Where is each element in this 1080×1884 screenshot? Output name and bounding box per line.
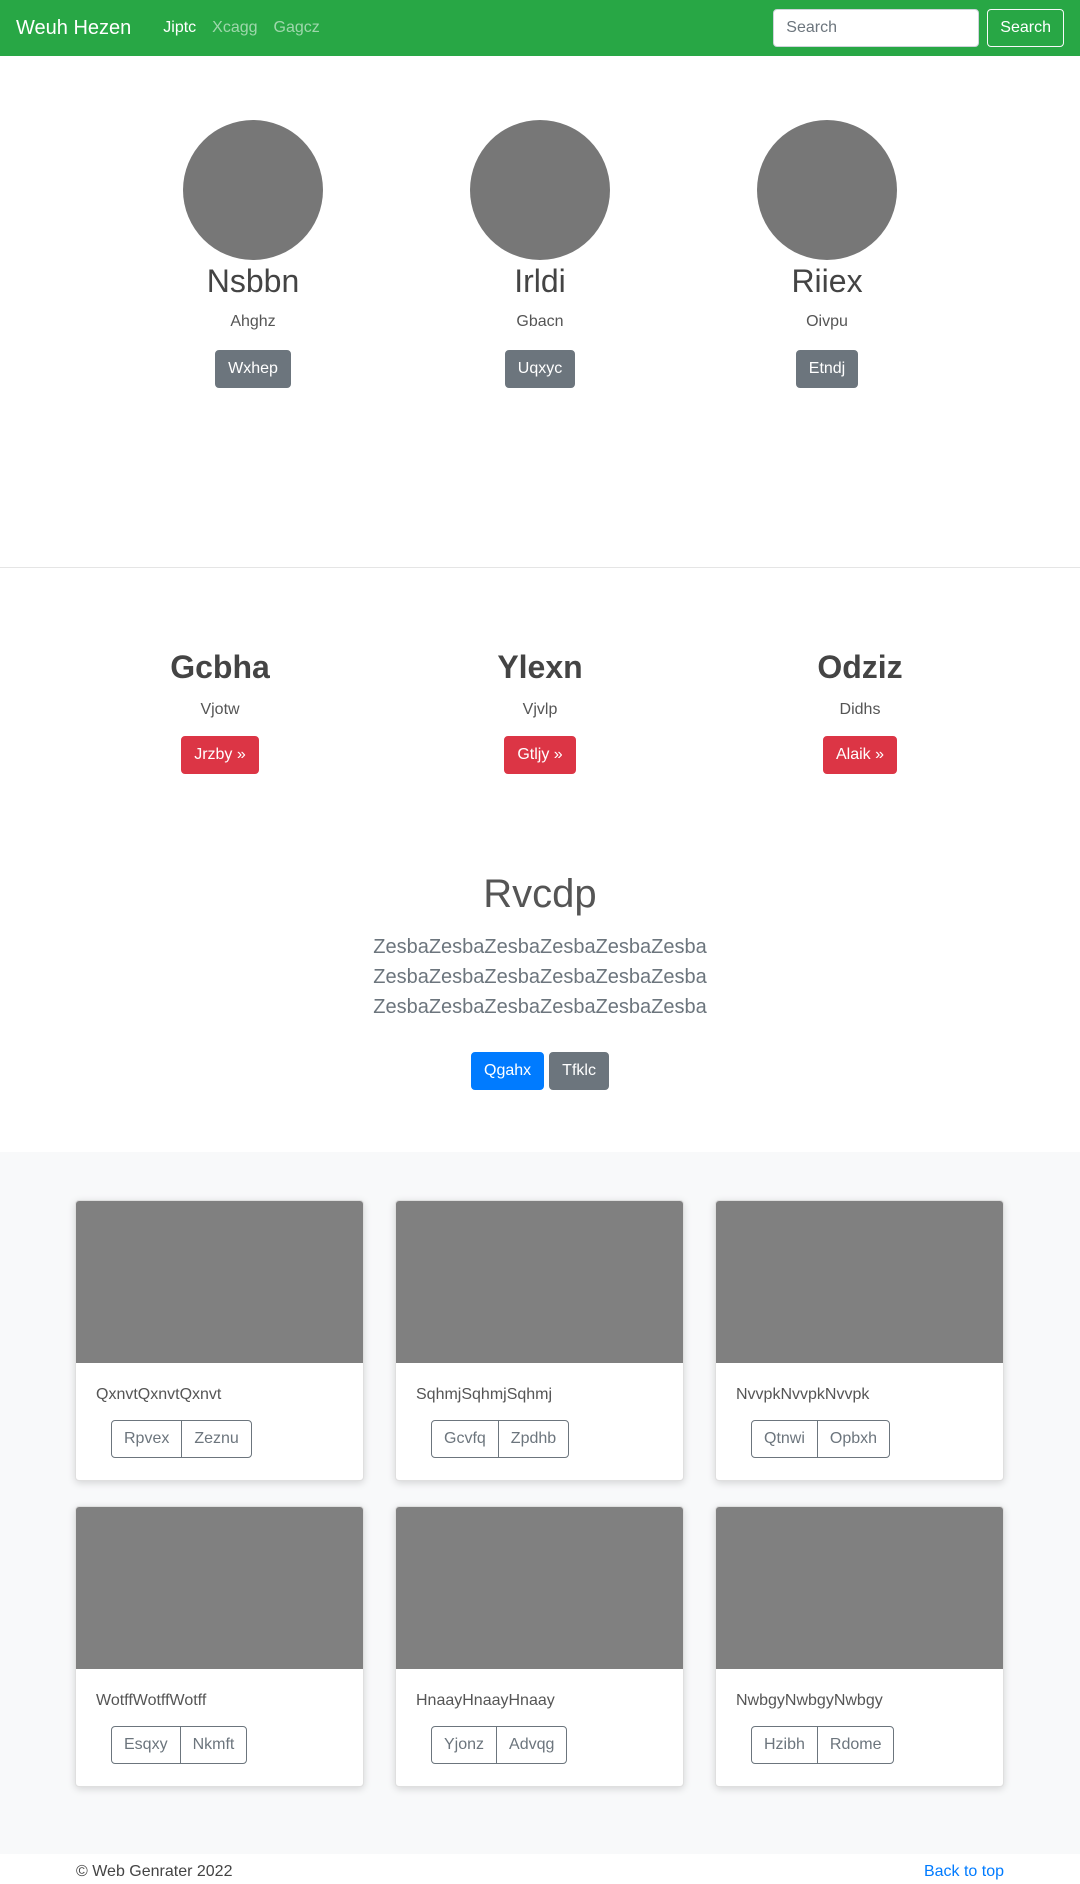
card-image-placeholder xyxy=(76,1201,363,1363)
card-button[interactable]: Hzibh xyxy=(751,1726,818,1765)
search-input[interactable] xyxy=(773,9,980,47)
album-card: QxnvtQxnvtQxnvt Rpvex Zeznu xyxy=(75,1200,364,1481)
avatar xyxy=(470,120,610,260)
feature-column: Odziz Didhs Alaik » xyxy=(730,648,990,774)
card-button-group: Gcvfq Zpdhb xyxy=(431,1420,570,1459)
album-card: HnaayHnaayHnaay Yjonz Advqg xyxy=(395,1506,684,1787)
jumbotron-title: Rvcdp xyxy=(483,872,597,916)
profile-name: Riiex xyxy=(791,263,863,299)
nav-link-jiptc[interactable]: Jiptc xyxy=(155,19,204,37)
back-to-top-link[interactable]: Back to top xyxy=(924,1863,1004,1881)
card-text: NvvpkNvvpkNvvpk xyxy=(736,1386,870,1403)
card-button[interactable]: Qtnwi xyxy=(751,1420,818,1459)
profile-name: Irldi xyxy=(514,263,566,299)
card-button[interactable]: Zeznu xyxy=(181,1420,252,1459)
card-button-group: Rpvex Zeznu xyxy=(111,1420,252,1459)
nav-link-xcagg[interactable]: Xcagg xyxy=(204,19,265,37)
profile-subtitle: Ahghz xyxy=(230,313,276,331)
feature-subtitle: Didhs xyxy=(839,701,881,719)
feature-button[interactable]: Gtljy » xyxy=(504,735,576,774)
jumbotron-buttons: Qgahx Tfklc xyxy=(0,1052,1080,1090)
card-image-placeholder xyxy=(396,1201,683,1363)
profile-button[interactable]: Uqxyc xyxy=(504,349,576,388)
card-image-placeholder xyxy=(76,1507,363,1669)
card-text: NwbgyNwbgyNwbgy xyxy=(736,1692,883,1709)
profile-subtitle: Gbacn xyxy=(516,313,564,331)
album-card: WotffWotffWotff Esqxy Nkmft xyxy=(75,1506,364,1787)
footer-copyright: © Web Genrater 2022 xyxy=(76,1863,233,1880)
card-body: SqhmjSqhmjSqhmj Gcvfq Zpdhb xyxy=(396,1363,683,1459)
card-button-group: Hzibh Rdome xyxy=(751,1726,895,1765)
card-button-group: Esqxy Nkmft xyxy=(111,1726,248,1765)
nav-links: Jiptc Xcagg Gagcz xyxy=(155,19,328,37)
card-button[interactable]: Gcvfq xyxy=(431,1420,499,1459)
card-body: HnaayHnaayHnaay Yjonz Advqg xyxy=(396,1669,683,1765)
profile-card: Irldi Gbacn Uqxyc xyxy=(410,120,670,388)
card-image-placeholder xyxy=(396,1507,683,1669)
avatar xyxy=(757,120,897,260)
album-section: QxnvtQxnvtQxnvt Rpvex Zeznu SqhmjSqhmjSq… xyxy=(0,1152,1080,1854)
card-body: QxnvtQxnvtQxnvt Rpvex Zeznu xyxy=(76,1363,363,1459)
card-body: WotffWotffWotff Esqxy Nkmft xyxy=(76,1669,363,1765)
navbar-brand[interactable]: Weuh Hezen xyxy=(16,17,131,40)
card-button[interactable]: Nkmft xyxy=(179,1726,248,1765)
jumbotron-lead: ZesbaZesbaZesbaZesbaZesbaZesba ZesbaZesb… xyxy=(373,936,707,1018)
feature-subtitle: Vjotw xyxy=(200,701,240,719)
feature-button[interactable]: Jrzby » xyxy=(181,735,259,774)
feature-title: Ylexn xyxy=(497,649,583,685)
section-divider xyxy=(0,567,1080,568)
search-button[interactable]: Search xyxy=(987,9,1064,47)
card-image-placeholder xyxy=(716,1201,1003,1363)
card-button-group: Yjonz Advqg xyxy=(431,1726,568,1765)
card-body: NvvpkNvvpkNvvpk Qtnwi Opbxh xyxy=(716,1363,1003,1459)
avatar xyxy=(183,120,323,260)
profile-card: Nsbbn Ahghz Wxhep xyxy=(123,120,383,388)
feature-column: Gcbha Vjotw Jrzby » xyxy=(90,648,350,774)
feature-title: Gcbha xyxy=(170,649,270,685)
jumbotron: Rvcdp ZesbaZesbaZesbaZesbaZesbaZesba Zes… xyxy=(0,870,1080,1090)
feature-column: Ylexn Vjvlp Gtljy » xyxy=(410,648,670,774)
profile-card: Riiex Oivpu Etndj xyxy=(697,120,957,388)
card-text: HnaayHnaayHnaay xyxy=(416,1692,555,1709)
card-text: WotffWotffWotff xyxy=(96,1692,207,1709)
nav-link-gagcz[interactable]: Gagcz xyxy=(266,19,328,37)
jumbotron-primary-button[interactable]: Qgahx xyxy=(471,1052,545,1090)
card-button-group: Qtnwi Opbxh xyxy=(751,1420,891,1459)
card-text: QxnvtQxnvtQxnvt xyxy=(96,1386,222,1403)
album-card: NvvpkNvvpkNvvpk Qtnwi Opbxh xyxy=(715,1200,1004,1481)
jumbotron-secondary-button[interactable]: Tfklc xyxy=(549,1052,609,1090)
profile-subtitle: Oivpu xyxy=(806,313,848,331)
navbar: Weuh Hezen Jiptc Xcagg Gagcz Search xyxy=(0,0,1080,56)
profile-button[interactable]: Etndj xyxy=(795,349,859,388)
card-button[interactable]: Zpdhb xyxy=(497,1420,570,1459)
album-card: NwbgyNwbgyNwbgy Hzibh Rdome xyxy=(715,1506,1004,1787)
navbar-search-form: Search xyxy=(773,9,1064,47)
profile-button[interactable]: Wxhep xyxy=(215,349,291,388)
feature-title: Odziz xyxy=(817,649,903,685)
card-button[interactable]: Yjonz xyxy=(431,1726,498,1765)
card-button[interactable]: Esqxy xyxy=(111,1726,181,1765)
card-button[interactable]: Rpvex xyxy=(111,1420,183,1459)
feature-subtitle: Vjvlp xyxy=(522,701,558,719)
profile-name: Nsbbn xyxy=(206,263,300,299)
card-button[interactable]: Opbxh xyxy=(816,1420,891,1459)
card-text: SqhmjSqhmjSqhmj xyxy=(416,1386,553,1403)
card-image-placeholder xyxy=(716,1507,1003,1669)
album-card: SqhmjSqhmjSqhmj Gcvfq Zpdhb xyxy=(395,1200,684,1481)
card-button[interactable]: Advqg xyxy=(496,1726,568,1765)
card-body: NwbgyNwbgyNwbgy Hzibh Rdome xyxy=(716,1669,1003,1765)
feature-button[interactable]: Alaik » xyxy=(822,735,898,774)
card-button[interactable]: Rdome xyxy=(816,1726,895,1765)
